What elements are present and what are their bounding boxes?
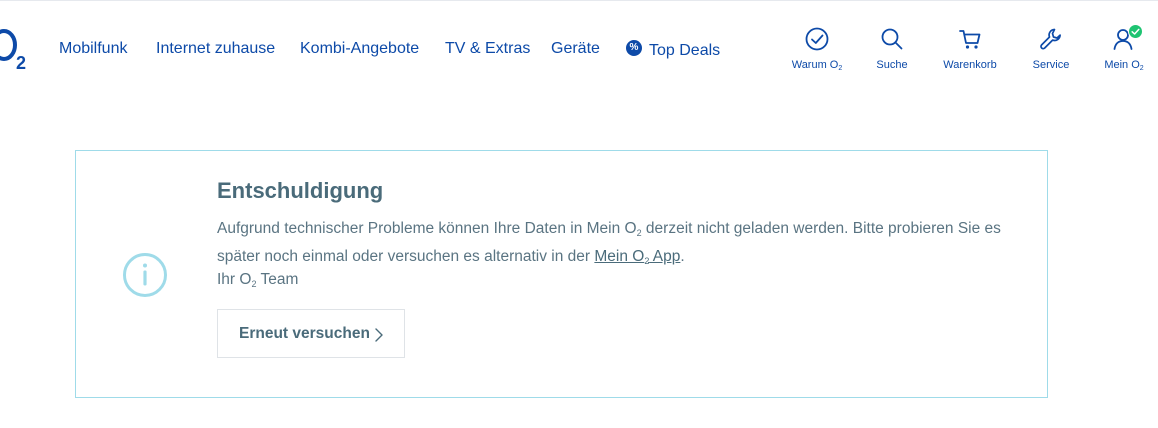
- retry-button[interactable]: Erneut versuchen: [217, 309, 405, 358]
- signature: Ihr O2 Team: [217, 271, 299, 289]
- nav-item-mobilfunk[interactable]: Mobilfunk: [59, 38, 127, 60]
- nav-item-internet-zuhause[interactable]: Internet zuhause: [156, 38, 275, 60]
- util-service-label: Service: [1032, 59, 1070, 71]
- error-title: Entschuldigung: [217, 178, 384, 203]
- util-warenkorb-label: Warenkorb: [943, 59, 997, 71]
- percent-badge-icon: %: [626, 40, 642, 56]
- info-icon: [123, 253, 167, 297]
- check-circle-icon: [805, 27, 829, 51]
- o2-logo[interactable]: 2: [0, 26, 30, 72]
- wrench-icon: [1040, 28, 1061, 50]
- mein-o2-app-link[interactable]: Mein O2 App: [594, 248, 680, 266]
- svg-text:2: 2: [16, 53, 26, 72]
- util-mein-label: Mein O2: [1104, 59, 1144, 72]
- nav-item-geraete[interactable]: Geräte: [551, 38, 600, 60]
- util-suche[interactable]: Suche: [856, 24, 928, 76]
- error-message: Aufgrund technischer Probleme können Ihr…: [217, 220, 1001, 266]
- chevron-right-icon: [375, 328, 383, 342]
- nav-item-tv-extras[interactable]: TV & Extras: [445, 38, 530, 60]
- retry-label: Erneut versuchen: [239, 325, 370, 342]
- top-border: [0, 0, 1158, 1]
- cart-icon: [959, 30, 981, 49]
- nav-item-top-deals[interactable]: Top Deals: [649, 40, 720, 62]
- util-warenkorb[interactable]: Warenkorb: [934, 24, 1006, 76]
- util-suche-label: Suche: [876, 59, 908, 71]
- search-icon: [881, 28, 903, 50]
- logged-in-check-icon: [1128, 24, 1143, 39]
- error-card: Entschuldigung Aufgrund technischer Prob…: [75, 150, 1048, 398]
- util-warum-label: Warum O2: [791, 59, 843, 72]
- nav-item-kombi-angebote[interactable]: Kombi-Angebote: [300, 38, 419, 60]
- util-mein-o2[interactable]: Mein O2: [1088, 24, 1158, 76]
- util-service[interactable]: Service: [1015, 24, 1087, 76]
- util-warum-o2[interactable]: Warum O2: [781, 24, 853, 76]
